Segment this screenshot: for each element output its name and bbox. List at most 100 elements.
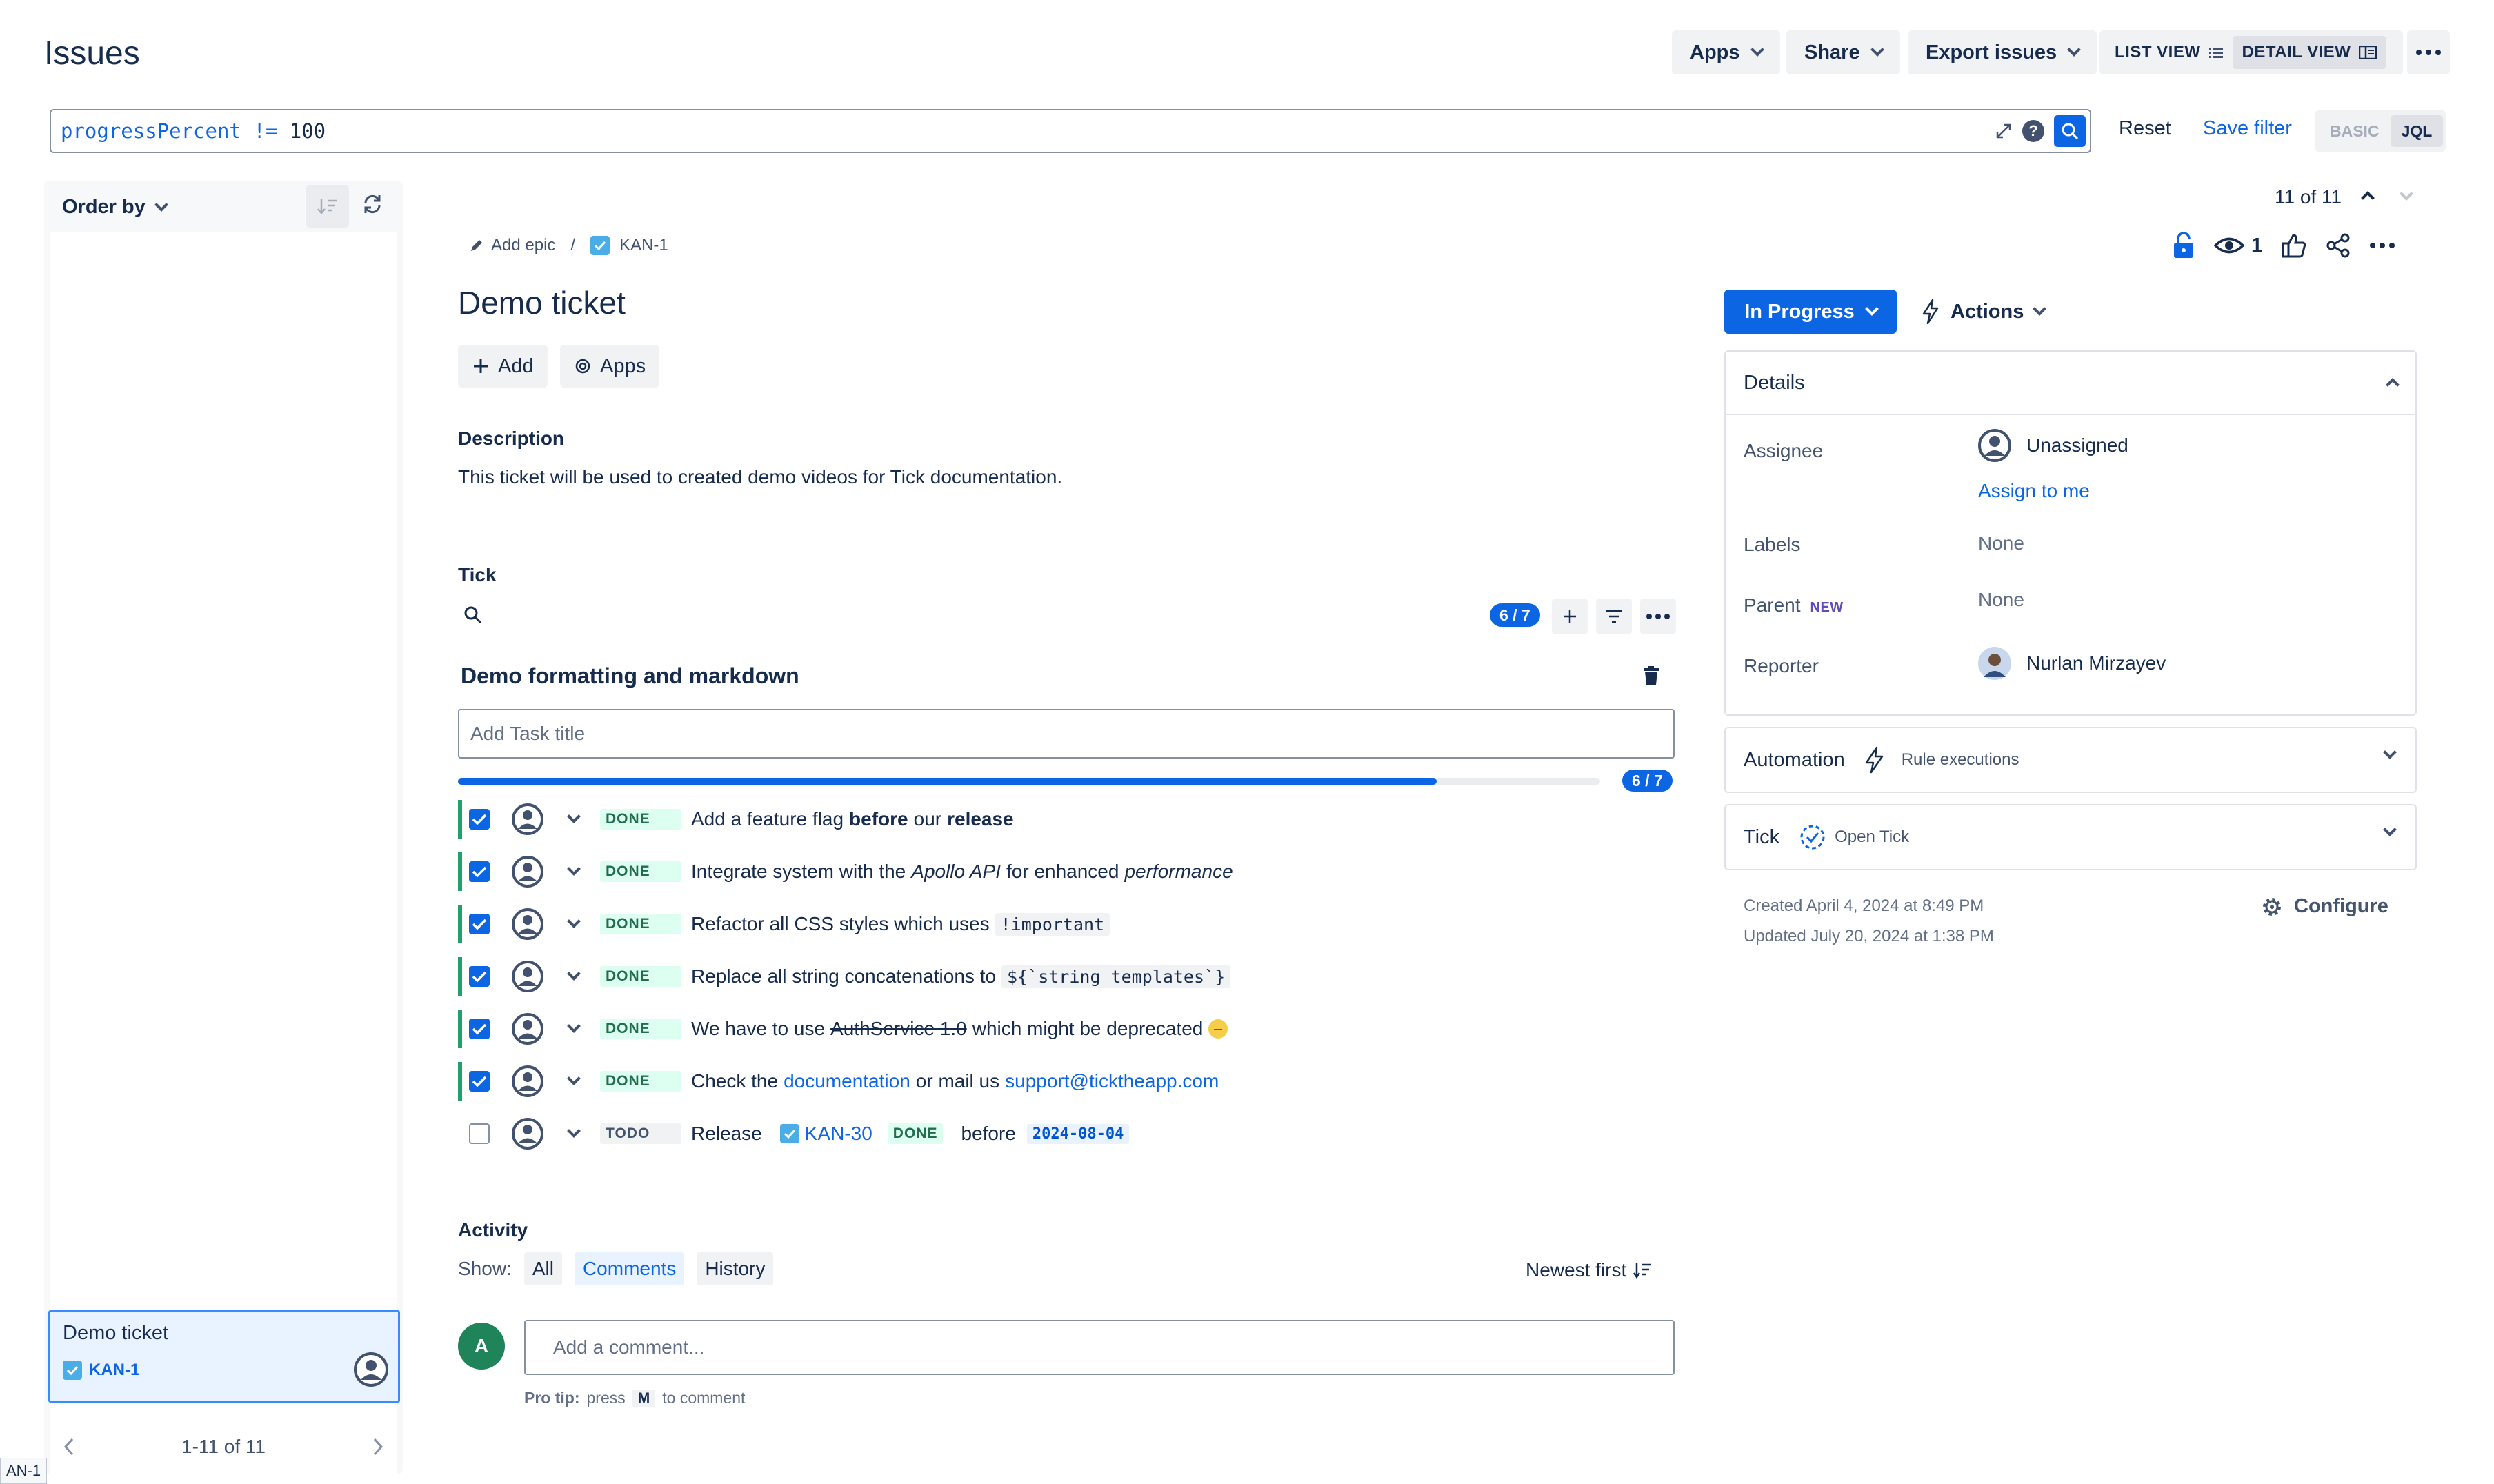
task-status-lozenge[interactable]: DONE (600, 809, 681, 830)
assignee-avatar-icon[interactable] (512, 1065, 543, 1097)
more-icon[interactable] (2370, 243, 2395, 248)
description-text[interactable]: This ticket will be used to created demo… (458, 466, 1062, 488)
expand-icon[interactable] (1995, 122, 2013, 140)
chevron-right-icon[interactable] (371, 1437, 385, 1456)
assignee-avatar-icon[interactable] (512, 856, 543, 888)
add-button[interactable]: Add (458, 345, 548, 388)
list-view-button[interactable]: LIST VIEW (2105, 36, 2233, 69)
trash-icon[interactable] (1643, 666, 1659, 685)
expand-task-button[interactable] (560, 914, 588, 928)
task-checkbox[interactable] (469, 1071, 490, 1092)
more-actions-button[interactable] (2407, 30, 2450, 74)
labels-value[interactable]: None (1978, 532, 2024, 554)
basic-mode-button[interactable]: BASIC (2319, 115, 2391, 147)
sort-direction-button[interactable] (306, 185, 349, 228)
documentation-link[interactable]: documentation (784, 1070, 910, 1092)
jql-mode-button[interactable]: JQL (2390, 115, 2444, 147)
parent-value[interactable]: None (1978, 589, 2024, 611)
assignee-avatar-icon[interactable] (512, 908, 543, 940)
search-button[interactable] (2054, 115, 2086, 147)
expand-task-button[interactable] (560, 1072, 588, 1085)
task-row[interactable]: DONE Add a feature flag before our relea… (458, 794, 1686, 844)
filter-button[interactable] (1596, 599, 1632, 634)
support-email-link[interactable]: support@ticktheapp.com (1005, 1070, 1219, 1092)
assignee-avatar-icon[interactable] (512, 1118, 543, 1150)
tick-more-button[interactable] (1640, 599, 1676, 634)
add-task-input[interactable]: Add Task title (458, 709, 1675, 759)
linked-issue-key[interactable]: KAN-30 (805, 1123, 872, 1145)
task-row[interactable]: DONE Check the documentation or mail us … (458, 1056, 1686, 1106)
issue-title[interactable]: Demo ticket (458, 284, 626, 321)
reset-button[interactable]: Reset (2119, 117, 2171, 140)
task-title[interactable]: Release KAN-30 DONE before 2024-08-04 (691, 1123, 1130, 1145)
task-title[interactable]: Replace all string concatenations to ${`… (691, 965, 1231, 988)
share-icon[interactable] (2326, 233, 2351, 258)
tick-panel[interactable]: Tick Open Tick (1724, 804, 2417, 870)
task-row[interactable]: DONE Replace all string concatenations t… (458, 952, 1686, 1001)
next-issue-icon[interactable] (2400, 187, 2413, 201)
previous-issue-icon[interactable] (2361, 191, 2375, 205)
comment-input[interactable]: Add a comment... (524, 1320, 1675, 1375)
reporter-value[interactable]: Nurlan Mirzayev (1978, 647, 2166, 680)
task-checkbox[interactable] (469, 1123, 490, 1144)
filter-comments-button[interactable]: Comments (574, 1252, 685, 1285)
thumbs-up-icon[interactable] (2282, 233, 2306, 258)
expand-task-button[interactable] (560, 810, 588, 823)
add-task-button[interactable] (1552, 599, 1588, 634)
task-status-lozenge[interactable]: DONE (600, 1071, 681, 1092)
watch-button[interactable]: 1 (2214, 234, 2262, 257)
configure-button[interactable]: Configure (2261, 895, 2388, 918)
task-status-lozenge[interactable]: DONE (600, 861, 681, 882)
assignee-avatar-icon[interactable] (512, 961, 543, 992)
task-checkbox[interactable] (469, 809, 490, 830)
assignee-avatar-icon[interactable] (512, 803, 543, 835)
task-row[interactable]: DONE Refactor all CSS styles which uses … (458, 899, 1686, 949)
assignee-avatar-icon[interactable] (512, 1013, 543, 1045)
share-menu-button[interactable]: Share (1786, 30, 1900, 74)
filter-all-button[interactable]: All (523, 1252, 562, 1285)
task-title[interactable]: Integrate system with the Apollo API for… (691, 861, 1233, 883)
checklist-title[interactable]: Demo formatting and markdown (461, 663, 799, 689)
open-tick-link[interactable]: Open Tick (1835, 828, 1909, 847)
jql-input[interactable]: progressPercent != 100 ? (50, 109, 2091, 153)
task-row[interactable]: DONE Integrate system with the Apollo AP… (458, 847, 1686, 896)
detail-view-button[interactable]: DETAIL VIEW (2232, 36, 2387, 69)
assignee-value[interactable]: Unassigned (1978, 429, 2128, 462)
task-checkbox[interactable] (469, 966, 490, 987)
task-row[interactable]: TODO Release KAN-30 DONE before 2024-08-… (458, 1109, 1686, 1159)
task-status-lozenge[interactable]: TODO (600, 1123, 681, 1144)
task-row[interactable]: DONE We have to use AuthService 1.0 whic… (458, 1004, 1686, 1054)
help-icon[interactable]: ? (2022, 120, 2044, 142)
apps-menu-button[interactable]: Apps (1672, 30, 1780, 74)
task-title[interactable]: Add a feature flag before our release (691, 808, 1014, 830)
assign-to-me-link[interactable]: Assign to me (1978, 480, 2090, 502)
search-icon[interactable] (463, 605, 483, 625)
expand-task-button[interactable] (560, 1019, 588, 1033)
lock-icon[interactable] (2173, 232, 2195, 259)
task-checkbox[interactable] (469, 1019, 490, 1039)
filter-history-button[interactable]: History (697, 1252, 774, 1285)
order-by-button[interactable]: Order by (62, 196, 168, 219)
automation-panel[interactable]: Automation Rule executions (1724, 727, 2417, 793)
add-epic-link[interactable]: Add epic (469, 236, 555, 255)
save-filter-button[interactable]: Save filter (2203, 117, 2292, 140)
task-title[interactable]: Refactor all CSS styles which uses !impo… (691, 912, 1110, 936)
sort-order-button[interactable]: Newest first (1526, 1259, 1653, 1281)
task-status-lozenge[interactable]: DONE (600, 966, 681, 987)
refresh-icon[interactable] (361, 193, 383, 215)
status-dropdown-button[interactable]: In Progress (1724, 290, 1897, 334)
task-status-lozenge[interactable]: DONE (600, 914, 681, 934)
task-checkbox[interactable] (469, 861, 490, 882)
expand-task-button[interactable] (560, 967, 588, 981)
export-issues-button[interactable]: Export issues (1908, 30, 2097, 74)
list-item[interactable]: Demo ticket KAN-1 (48, 1310, 400, 1403)
task-title[interactable]: We have to use AuthService 1.0 which mig… (691, 1018, 1228, 1040)
actions-dropdown-button[interactable]: Actions (1922, 290, 2047, 334)
chevron-left-icon[interactable] (62, 1437, 76, 1456)
apps-button[interactable]: Apps (560, 345, 660, 388)
details-header[interactable]: Details (1726, 352, 2415, 415)
expand-task-button[interactable] (560, 1124, 588, 1138)
expand-task-button[interactable] (560, 862, 588, 876)
issue-key-link[interactable]: KAN-1 (590, 236, 668, 255)
task-status-lozenge[interactable]: DONE (600, 1019, 681, 1039)
